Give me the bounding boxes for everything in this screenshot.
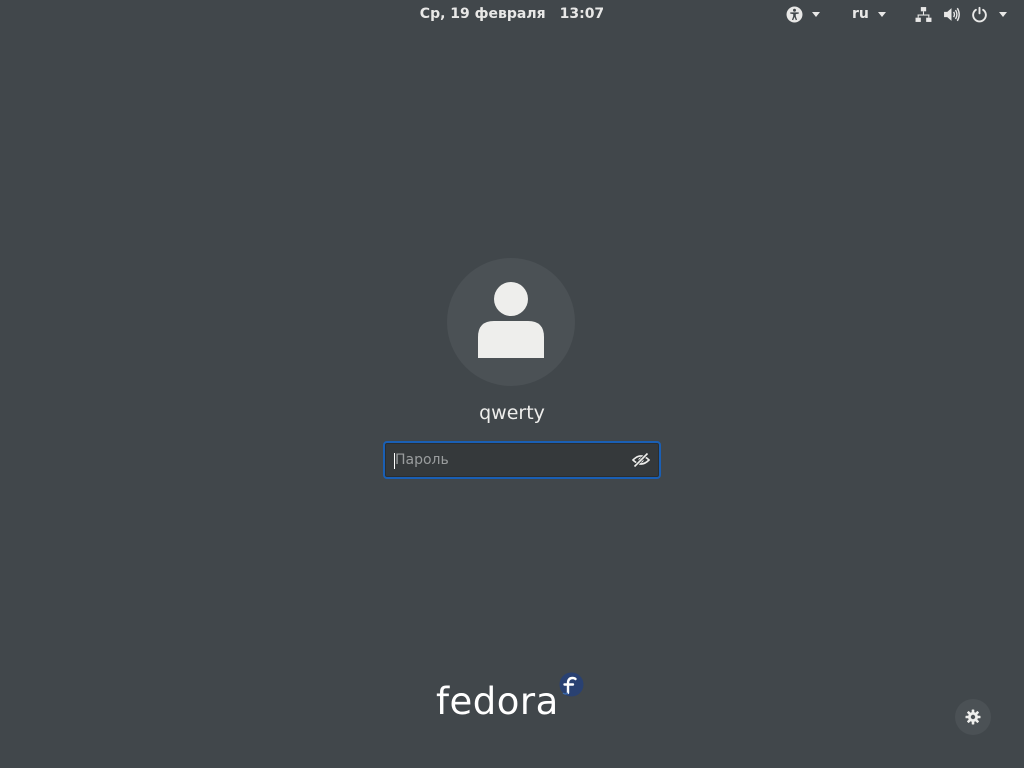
password-field[interactable] xyxy=(383,441,661,479)
chevron-down-icon xyxy=(877,11,886,17)
language-label: ru xyxy=(852,6,869,22)
volume-icon xyxy=(944,7,960,21)
user-avatar xyxy=(447,258,575,386)
power-icon xyxy=(972,6,987,22)
gear-icon xyxy=(965,709,981,725)
accessibility-menu[interactable] xyxy=(786,0,820,28)
language-menu[interactable]: ru xyxy=(852,0,886,28)
chevron-down-icon xyxy=(999,11,1007,17)
accessibility-icon xyxy=(786,6,803,22)
date-label[interactable]: Ср, 19 февраля xyxy=(416,6,550,22)
fedora-logo: fedora xyxy=(436,672,586,723)
username-label: qwerty xyxy=(479,402,545,424)
time-label[interactable]: 13:07 xyxy=(556,6,609,22)
text-cursor xyxy=(394,453,395,469)
system-menu[interactable] xyxy=(915,0,1007,28)
password-input[interactable] xyxy=(391,443,625,477)
fedora-infinity-icon xyxy=(559,672,584,697)
top-bar: Ср, 19 февраля 13:07 ru xyxy=(0,0,1024,28)
user-avatar-icon xyxy=(478,282,544,358)
fedora-wordmark: fedora xyxy=(436,680,559,723)
session-settings-button[interactable] xyxy=(955,699,991,735)
eye-hidden-icon[interactable] xyxy=(631,450,651,470)
network-wired-icon xyxy=(915,6,932,22)
chevron-down-icon xyxy=(812,11,820,17)
